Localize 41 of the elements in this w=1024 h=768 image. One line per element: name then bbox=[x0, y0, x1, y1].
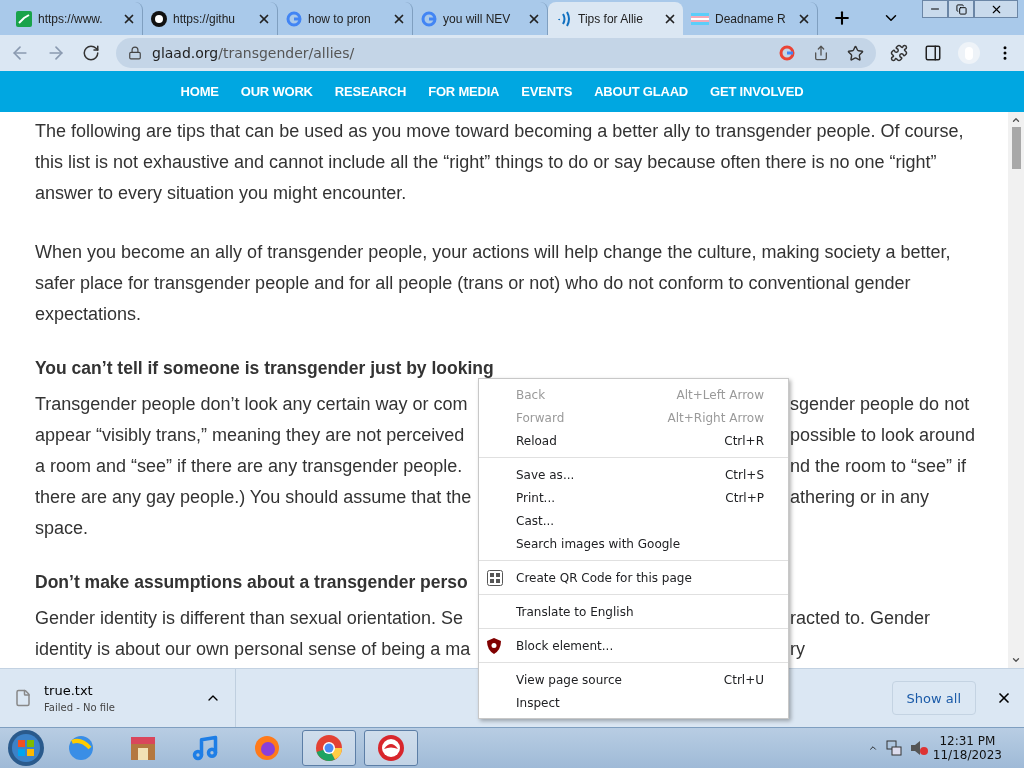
url-text: glaad.org/transgender/allies/ bbox=[152, 45, 356, 61]
menu-item[interactable]: Print... Ctrl+P bbox=[479, 486, 788, 509]
menu-item[interactable]: Save as... Ctrl+S bbox=[479, 463, 788, 486]
text-line: racted to. Gender bbox=[790, 607, 932, 630]
tab-title: https://www. bbox=[38, 11, 104, 26]
text-line: possible to look around bbox=[790, 424, 977, 447]
show-all-button[interactable]: Show all bbox=[891, 681, 976, 715]
tab-title: you will NEV bbox=[443, 11, 512, 26]
menu-item[interactable]: View page source Ctrl+U bbox=[479, 668, 788, 691]
paragraph: When you become an ally of transgender people, your actions will help change the culture, making society a better, safer place for transgender people and for all people (trans or not) who do not conform to conventional gender expectations. bbox=[35, 241, 952, 326]
section-heading: You can’t tell if someone is transgender just by looking bbox=[35, 358, 494, 378]
text-line: space. bbox=[35, 517, 90, 540]
menu-item[interactable]: Create QR Code for this page bbox=[479, 566, 788, 589]
menu-item[interactable]: Cast... bbox=[479, 509, 788, 532]
clock-time: 12:31 PM bbox=[939, 734, 996, 748]
text-line: Gender identity is different than sexual orientation. Se bbox=[35, 607, 464, 630]
text-line: athering or in any bbox=[790, 486, 931, 509]
text-line: sgender people do not bbox=[790, 393, 971, 416]
section-heading: Don’t make assumptions about a transgender perso bbox=[35, 572, 468, 592]
tab-title: Tips for Allie bbox=[578, 11, 644, 26]
menu-item[interactable]: Reload Ctrl+R bbox=[479, 429, 788, 452]
text-line: ry bbox=[790, 638, 806, 661]
text-line: nd the room to “see” if bbox=[790, 455, 968, 478]
download-status: Failed - No file bbox=[44, 702, 116, 713]
text-line: there are any gay people.) You should assume that the bbox=[35, 486, 473, 509]
text-line: appear “visibly trans,” meaning they are not perceived bbox=[35, 424, 466, 447]
tab-title: how to pron bbox=[308, 11, 372, 26]
file-name: true.txt bbox=[44, 683, 94, 698]
tab-title: https://githu bbox=[173, 11, 237, 26]
text-line: Transgender people don’t look any certain way or com bbox=[35, 393, 469, 416]
text-line: identity is about our own personal sense of being a ma bbox=[35, 638, 472, 661]
address-bar[interactable]: glaad.org/transgender/allies/ bbox=[116, 38, 876, 68]
menu-item[interactable]: Search images with Google bbox=[479, 532, 788, 555]
menu-item[interactable]: Translate to English bbox=[479, 600, 788, 623]
text-line: a room and “see” if there are any transgender people. bbox=[35, 455, 464, 478]
clock-date: 11/18/2023 bbox=[932, 748, 1002, 762]
browser-tab[interactable]: Tips for Allie bbox=[548, 2, 683, 35]
tab-title: Deadname R bbox=[715, 11, 787, 26]
paragraph: The following are tips that can be used as you move toward becoming a better ally to transgender people. Of course, this list is not exhaustive and cannot include all the “right” things to do or say because often there is no one “right” answer to every situation you might encounter. bbox=[35, 120, 965, 205]
menu-item[interactable]: Inspect bbox=[479, 691, 788, 714]
menu-item[interactable]: Block element... bbox=[479, 634, 788, 657]
